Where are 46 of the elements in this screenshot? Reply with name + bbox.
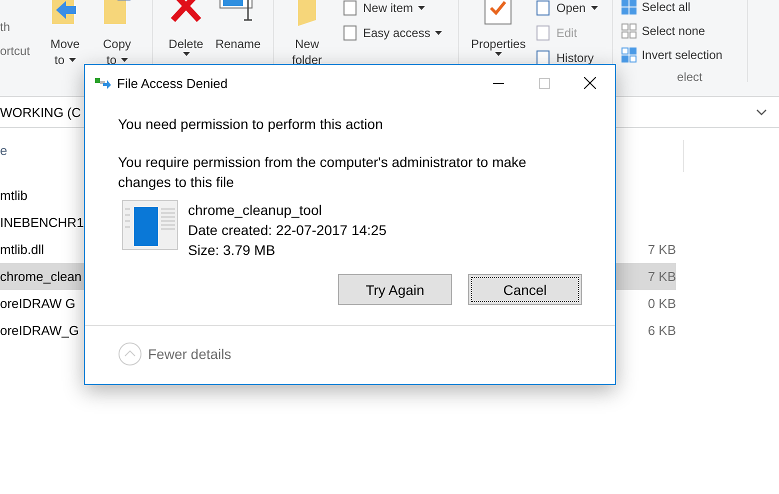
file-date: Date created: 22-07-2017 14:25 — [188, 221, 386, 240]
file-name: oreIDRAW G — [0, 296, 76, 311]
grid-icon — [620, 46, 637, 62]
grid-icon — [620, 0, 637, 14]
grid-icon — [620, 22, 637, 38]
message-text: You need permission to perform this action — [118, 116, 384, 132]
file-size: 0 KB — [648, 296, 676, 311]
window-title: File Access Denied — [117, 76, 229, 90]
ribbon-menu-item[interactable]: Easy access — [342, 23, 442, 42]
document-icon — [342, 24, 358, 40]
column-header[interactable]: e — [0, 142, 8, 158]
ribbon-button-label[interactable]: Delete — [168, 36, 204, 52]
cancel-button[interactable]: Cancel — [468, 274, 582, 305]
ribbon-menu-item[interactable]: New item — [342, 0, 442, 17]
file-transfer-icon — [95, 77, 111, 89]
ribbon-menu-item[interactable]: History — [535, 48, 598, 67]
try-again-button[interactable]: Try Again — [338, 274, 452, 305]
file-size: 7 KB — [648, 269, 676, 284]
ribbon-menu-item[interactable]: Invert selection — [620, 46, 739, 63]
file-name: chrome_cleanup_tool — [188, 201, 323, 220]
ribbon-menu-item[interactable]: Select none — [620, 22, 739, 39]
fewer-details-toggle[interactable]: Fewer details — [85, 326, 232, 366]
file-name: oreIDRAW_G — [0, 323, 79, 338]
maximize-icon — [538, 78, 550, 88]
ribbon-button-label[interactable]: Move — [50, 36, 80, 52]
file-name: chrome_clean — [0, 269, 82, 284]
ribbon-button-label[interactable]: New — [294, 36, 319, 52]
ribbon-button-label[interactable]: Properties — [471, 36, 526, 52]
window-thumbnail-icon — [122, 200, 178, 250]
ribbon-menu-item[interactable]: Select all — [620, 0, 739, 15]
minimize-icon — [492, 82, 504, 84]
file-size: 6 KB — [648, 323, 676, 338]
ribbon-button-label[interactable]: to — [54, 52, 64, 68]
ribbon-menu-item[interactable]: Open — [535, 0, 598, 17]
ribbon-button-label[interactable]: Rename — [215, 36, 261, 52]
close-icon — [584, 77, 596, 89]
file-size: Size: 3.79 MB — [188, 241, 276, 260]
detail-text: You require permission from the computer's administrator to make changes to this file — [118, 153, 528, 192]
ribbon-label: ortcut — [0, 44, 32, 58]
chevron-down-icon[interactable] — [756, 108, 767, 116]
ribbon-button-label[interactable]: folder — [292, 52, 322, 68]
chevron-up-circle-icon — [118, 342, 142, 366]
ribbon-button-label[interactable]: Copy — [102, 36, 131, 52]
group-label: elect — [676, 70, 704, 84]
ribbon-label: th — [0, 20, 12, 34]
ribbon-button-label[interactable]: to — [106, 52, 116, 68]
